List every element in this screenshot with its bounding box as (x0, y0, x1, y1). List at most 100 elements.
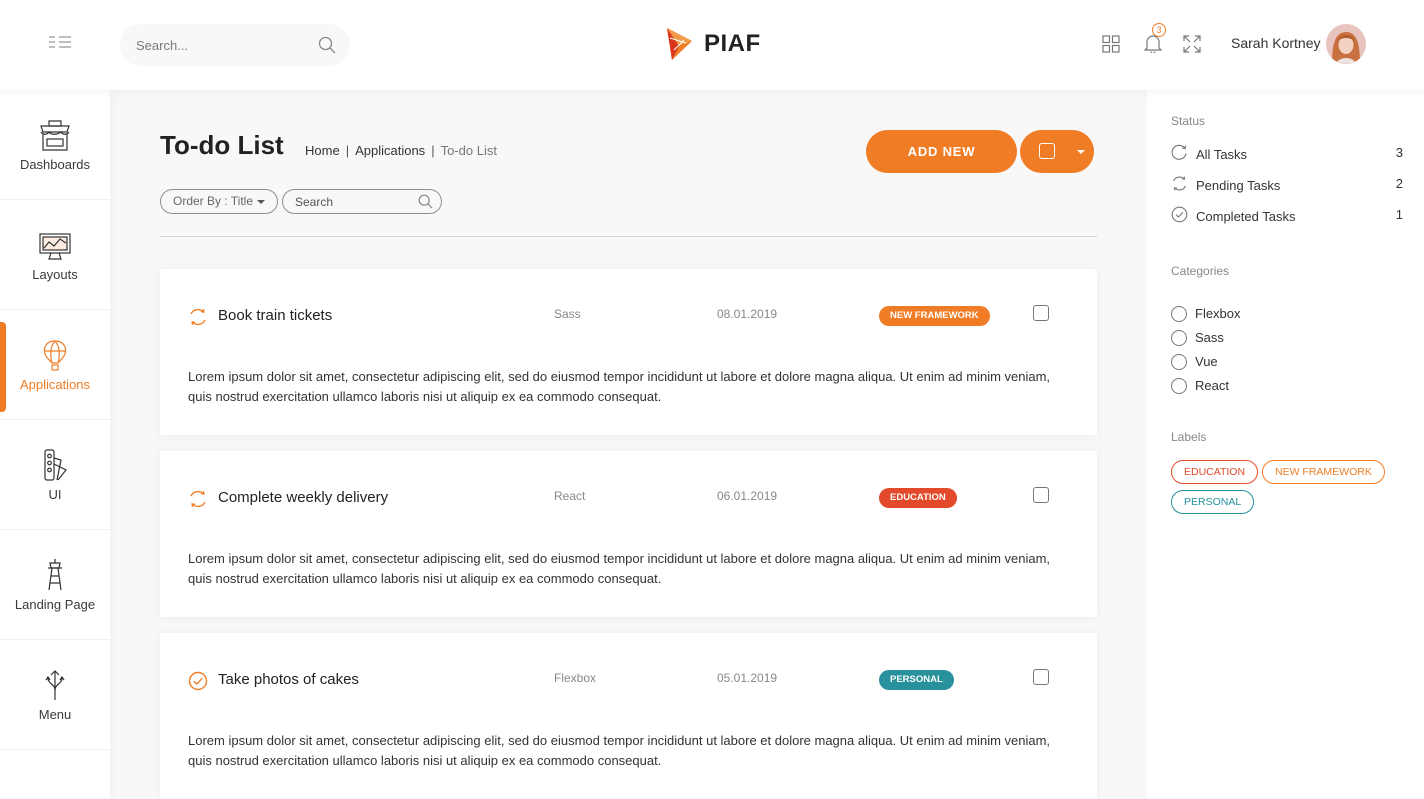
category-radio[interactable] (1171, 306, 1187, 322)
pending-icon (188, 307, 208, 332)
add-new-button[interactable]: ADD NEW (866, 130, 1017, 173)
task-category: React (554, 489, 586, 503)
sidebar-item-label: Layouts (32, 267, 78, 282)
order-by-label: Order By : Title (173, 194, 254, 208)
labels-heading: Labels (1171, 430, 1207, 444)
sidebar-item-label: Menu (38, 707, 72, 722)
check-circle-icon (1171, 206, 1188, 223)
monitor-chart-icon (39, 233, 71, 260)
status-all-tasks[interactable]: All Tasks 3 (1171, 144, 1403, 166)
divider (160, 236, 1097, 237)
sidebar-item-label: Dashboards (19, 157, 91, 172)
split-arrows-icon (45, 670, 65, 700)
shop-icon (40, 120, 70, 151)
breadcrumb-separator: | (345, 143, 350, 158)
search-icon[interactable] (418, 194, 433, 214)
label-personal[interactable]: PERSONAL (1171, 490, 1255, 514)
task-date: 06.01.2019 (717, 489, 778, 503)
task-label-badge: NEW FRAMEWORK (879, 306, 990, 326)
status-count: 1 (1395, 207, 1403, 222)
list-search (282, 189, 442, 214)
status-label: Pending Tasks (1196, 178, 1281, 193)
sidebar-item-layouts[interactable]: Layouts (0, 200, 110, 310)
task-label-badge: EDUCATION (879, 488, 957, 508)
sidebar-item-landing-page[interactable]: Landing Page (0, 530, 110, 640)
task-card: Complete weekly delivery React 06.01.201… (160, 451, 1097, 617)
apps-grid-icon[interactable] (1102, 35, 1120, 58)
main-sidebar: Dashboards Layouts Applications UI Landi… (0, 90, 110, 799)
pending-icon (1172, 176, 1187, 191)
top-navbar: PIAF 3 Sarah Kortney (0, 0, 1424, 90)
sidebar-item-menu[interactable]: Menu (0, 640, 110, 750)
bell-icon[interactable] (1143, 34, 1163, 58)
main-content: To-do List Home | Applications | To-do List … (110, 90, 1147, 799)
task-description: Lorem ipsum dolor sit amet, consectetur … (188, 733, 1051, 768)
logo[interactable]: PIAF (664, 26, 761, 62)
task-checkbox[interactable] (1033, 487, 1049, 503)
status-label: All Tasks (1196, 147, 1248, 162)
fullscreen-icon[interactable] (1183, 35, 1201, 58)
sidebar-item-label: Landing Page (14, 597, 96, 612)
breadcrumb: Home | Applications | To-do List (305, 143, 497, 158)
chevron-down-icon[interactable] (1077, 150, 1085, 154)
sidebar-item-ui[interactable]: UI (0, 420, 110, 530)
status-pending-tasks[interactable]: Pending Tasks 2 (1171, 175, 1403, 197)
order-by-dropdown[interactable]: Order By : Title (160, 189, 278, 214)
breadcrumb-applications[interactable]: Applications (355, 143, 425, 158)
search-icon[interactable] (318, 36, 336, 59)
active-indicator (0, 322, 6, 412)
status-count: 3 (1395, 145, 1403, 160)
sidebar-item-label: Applications (19, 377, 91, 392)
task-card: Take photos of cakes Flexbox 05.01.2019 … (160, 633, 1097, 799)
filter-panel: Status All Tasks 3 Pending Tasks 2 Compl… (1147, 90, 1424, 799)
sidebar-item-applications[interactable]: Applications (0, 310, 110, 420)
categories-heading: Categories (1171, 264, 1230, 278)
task-title[interactable]: Complete weekly delivery (218, 489, 388, 506)
check-circle-icon (188, 671, 208, 696)
color-swatch-icon (44, 449, 67, 481)
list-search-input[interactable] (283, 190, 413, 213)
category-radio[interactable] (1171, 330, 1187, 346)
task-checkbox[interactable] (1033, 669, 1049, 685)
status-count: 2 (1395, 176, 1403, 191)
air-balloon-icon (43, 340, 67, 371)
label-education[interactable]: EDUCATION (1171, 460, 1259, 484)
select-all-checkbox[interactable] (1039, 143, 1055, 159)
page-title: To-do List (160, 130, 284, 160)
category-label: Vue (1195, 354, 1218, 369)
sidebar-item-dashboards[interactable]: Dashboards (0, 90, 110, 200)
pending-icon (188, 489, 208, 514)
top-search-input[interactable] (120, 24, 310, 66)
sidebar-item-label: UI (48, 487, 62, 502)
chevron-down-icon (257, 200, 265, 204)
tower-icon (48, 559, 62, 591)
task-description: Lorem ipsum dolor sit amet, consectetur … (188, 369, 1051, 404)
user-name[interactable]: Sarah Kortney (1231, 35, 1321, 51)
logo-text: PIAF (704, 30, 761, 57)
category-label: React (1195, 378, 1229, 393)
task-title[interactable]: Book train tickets (218, 307, 332, 324)
status-completed-tasks[interactable]: Completed Tasks 1 (1171, 206, 1403, 228)
task-label-badge: PERSONAL (879, 670, 954, 690)
category-label: Flexbox (1195, 306, 1241, 321)
task-category: Flexbox (554, 671, 597, 685)
task-description: Lorem ipsum dolor sit amet, consectetur … (188, 551, 1051, 586)
select-all-split-button[interactable] (1020, 130, 1094, 173)
logo-icon (667, 28, 692, 60)
notification-badge: 3 (1152, 23, 1166, 37)
category-radio[interactable] (1171, 354, 1187, 370)
task-title[interactable]: Take photos of cakes (218, 671, 359, 688)
task-date: 05.01.2019 (717, 671, 778, 685)
category-radio[interactable] (1171, 378, 1187, 394)
status-label: Completed Tasks (1196, 209, 1296, 224)
task-category: Sass (554, 307, 581, 321)
breadcrumb-home[interactable]: Home (305, 143, 340, 158)
label-new-framework[interactable]: NEW FRAMEWORK (1262, 460, 1385, 484)
menu-toggle-icon[interactable] (48, 34, 72, 52)
avatar[interactable] (1326, 24, 1366, 64)
breadcrumb-separator: | (431, 143, 435, 158)
top-search (120, 24, 350, 66)
breadcrumb-current: To-do List (440, 143, 497, 158)
task-date: 08.01.2019 (717, 307, 778, 321)
task-checkbox[interactable] (1033, 305, 1049, 321)
